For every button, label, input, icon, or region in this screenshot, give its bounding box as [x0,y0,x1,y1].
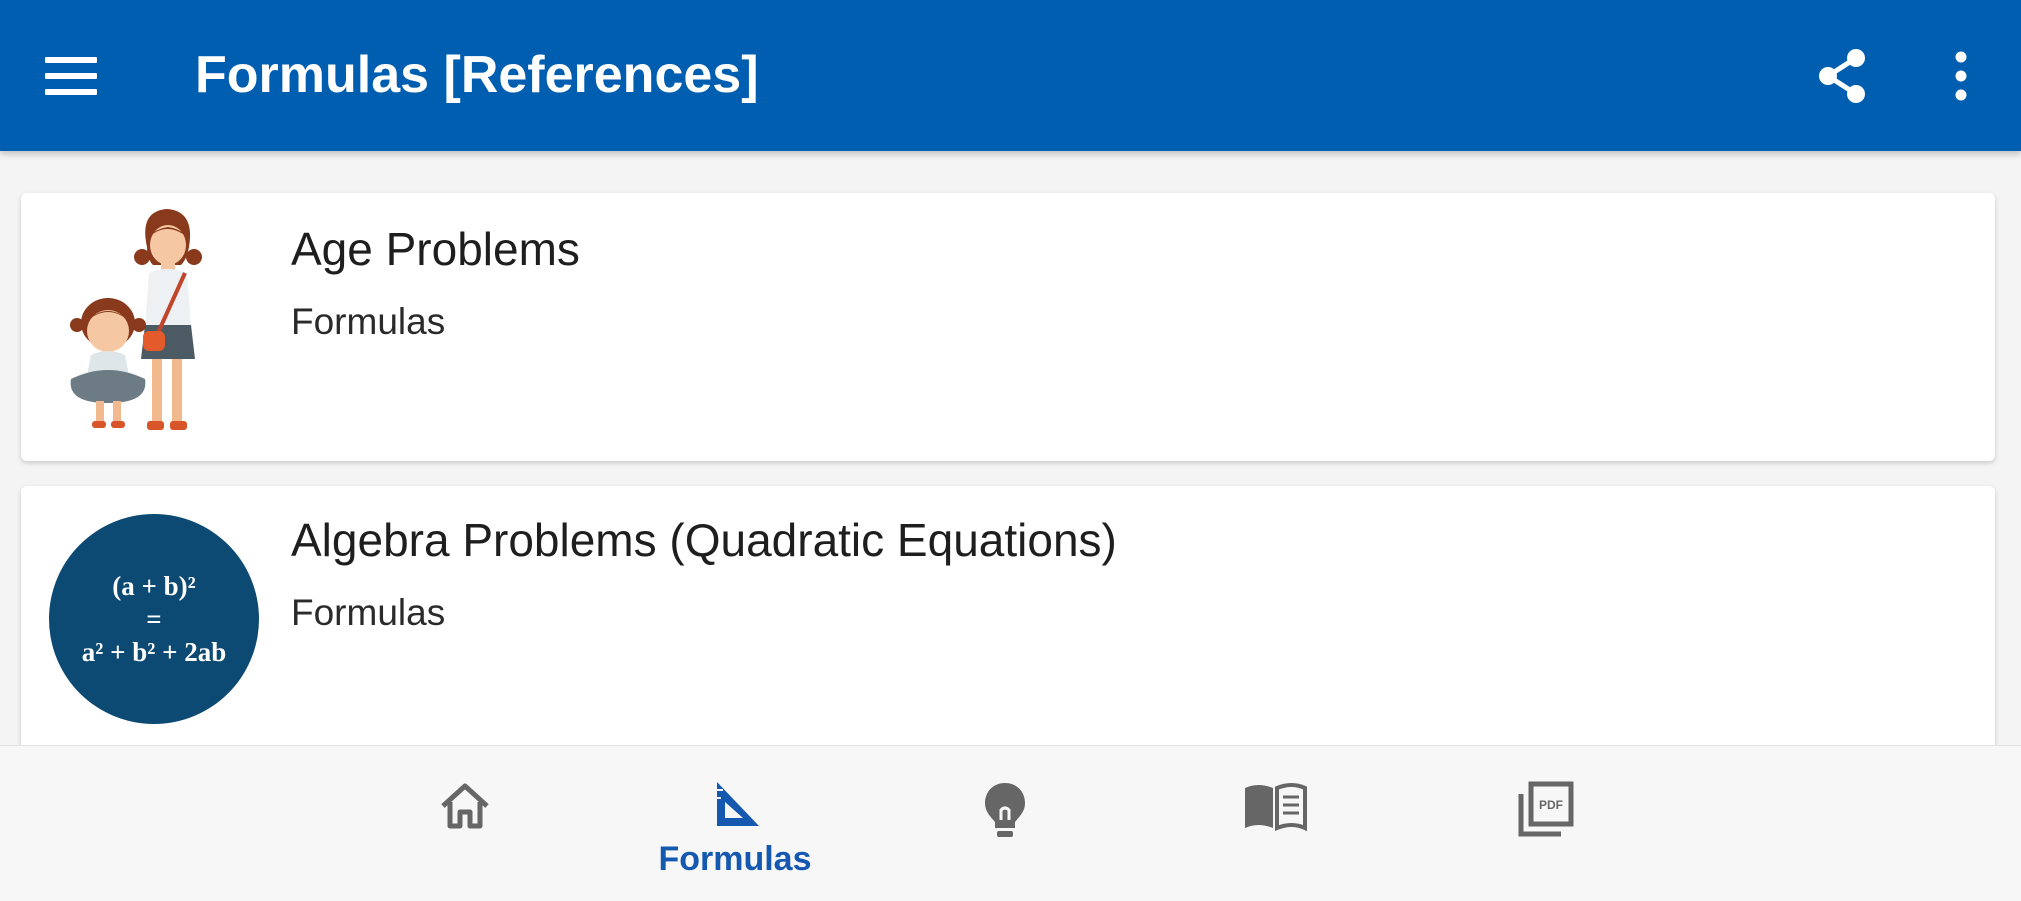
formula-line-3: a² + b² + 2ab [81,636,227,667]
share-icon [1819,49,1865,103]
nav-tips[interactable] [905,746,1105,901]
nav-pdf[interactable]: PDF [1445,746,1645,901]
item-title: Algebra Problems (Quadratic Equations) [291,514,1117,566]
more-vert-icon [1955,51,1967,101]
home-icon [441,783,489,829]
item-subtitle: Formulas [291,592,446,633]
menu-button[interactable] [30,35,112,117]
app-bar: Formulas [References] [0,0,2021,151]
share-button[interactable] [1800,35,1884,117]
page-title: Formulas [References] [195,46,759,104]
nav-formulas-label: Formulas [658,840,812,878]
more-options-button[interactable] [1920,35,2002,117]
svg-text:PDF: PDF [1539,798,1563,812]
formula-thumbnail: (a + b)² = a² + b² + 2ab [49,514,259,724]
mother-and-daughter-illustration [49,207,259,447]
set-square-icon [717,782,759,826]
formula-disc: (a + b)² = a² + b² + 2ab [49,514,259,724]
list-item-algebra-problems[interactable]: (a + b)² = a² + b² + 2ab Algebra Problem… [21,486,1995,745]
formula-line-2: = [146,603,162,634]
formula-list: Age Problems Formulas (a + b)² = a² + b²… [0,151,2021,745]
list-item-age-problems[interactable]: Age Problems Formulas [21,193,1995,461]
item-subtitle: Formulas [291,301,446,342]
hamburger-menu-icon [45,57,97,95]
pdf-icon: PDF [1518,781,1574,837]
item-title: Age Problems [291,223,580,275]
bottom-navigation: Formulas PDF [0,745,2021,901]
formula-line-1: (a + b)² [112,570,196,601]
nav-references[interactable] [1175,746,1375,901]
nav-home[interactable] [365,746,565,901]
lightbulb-icon [985,783,1025,837]
nav-formulas[interactable]: Formulas [635,746,835,901]
book-icon [1245,783,1307,832]
